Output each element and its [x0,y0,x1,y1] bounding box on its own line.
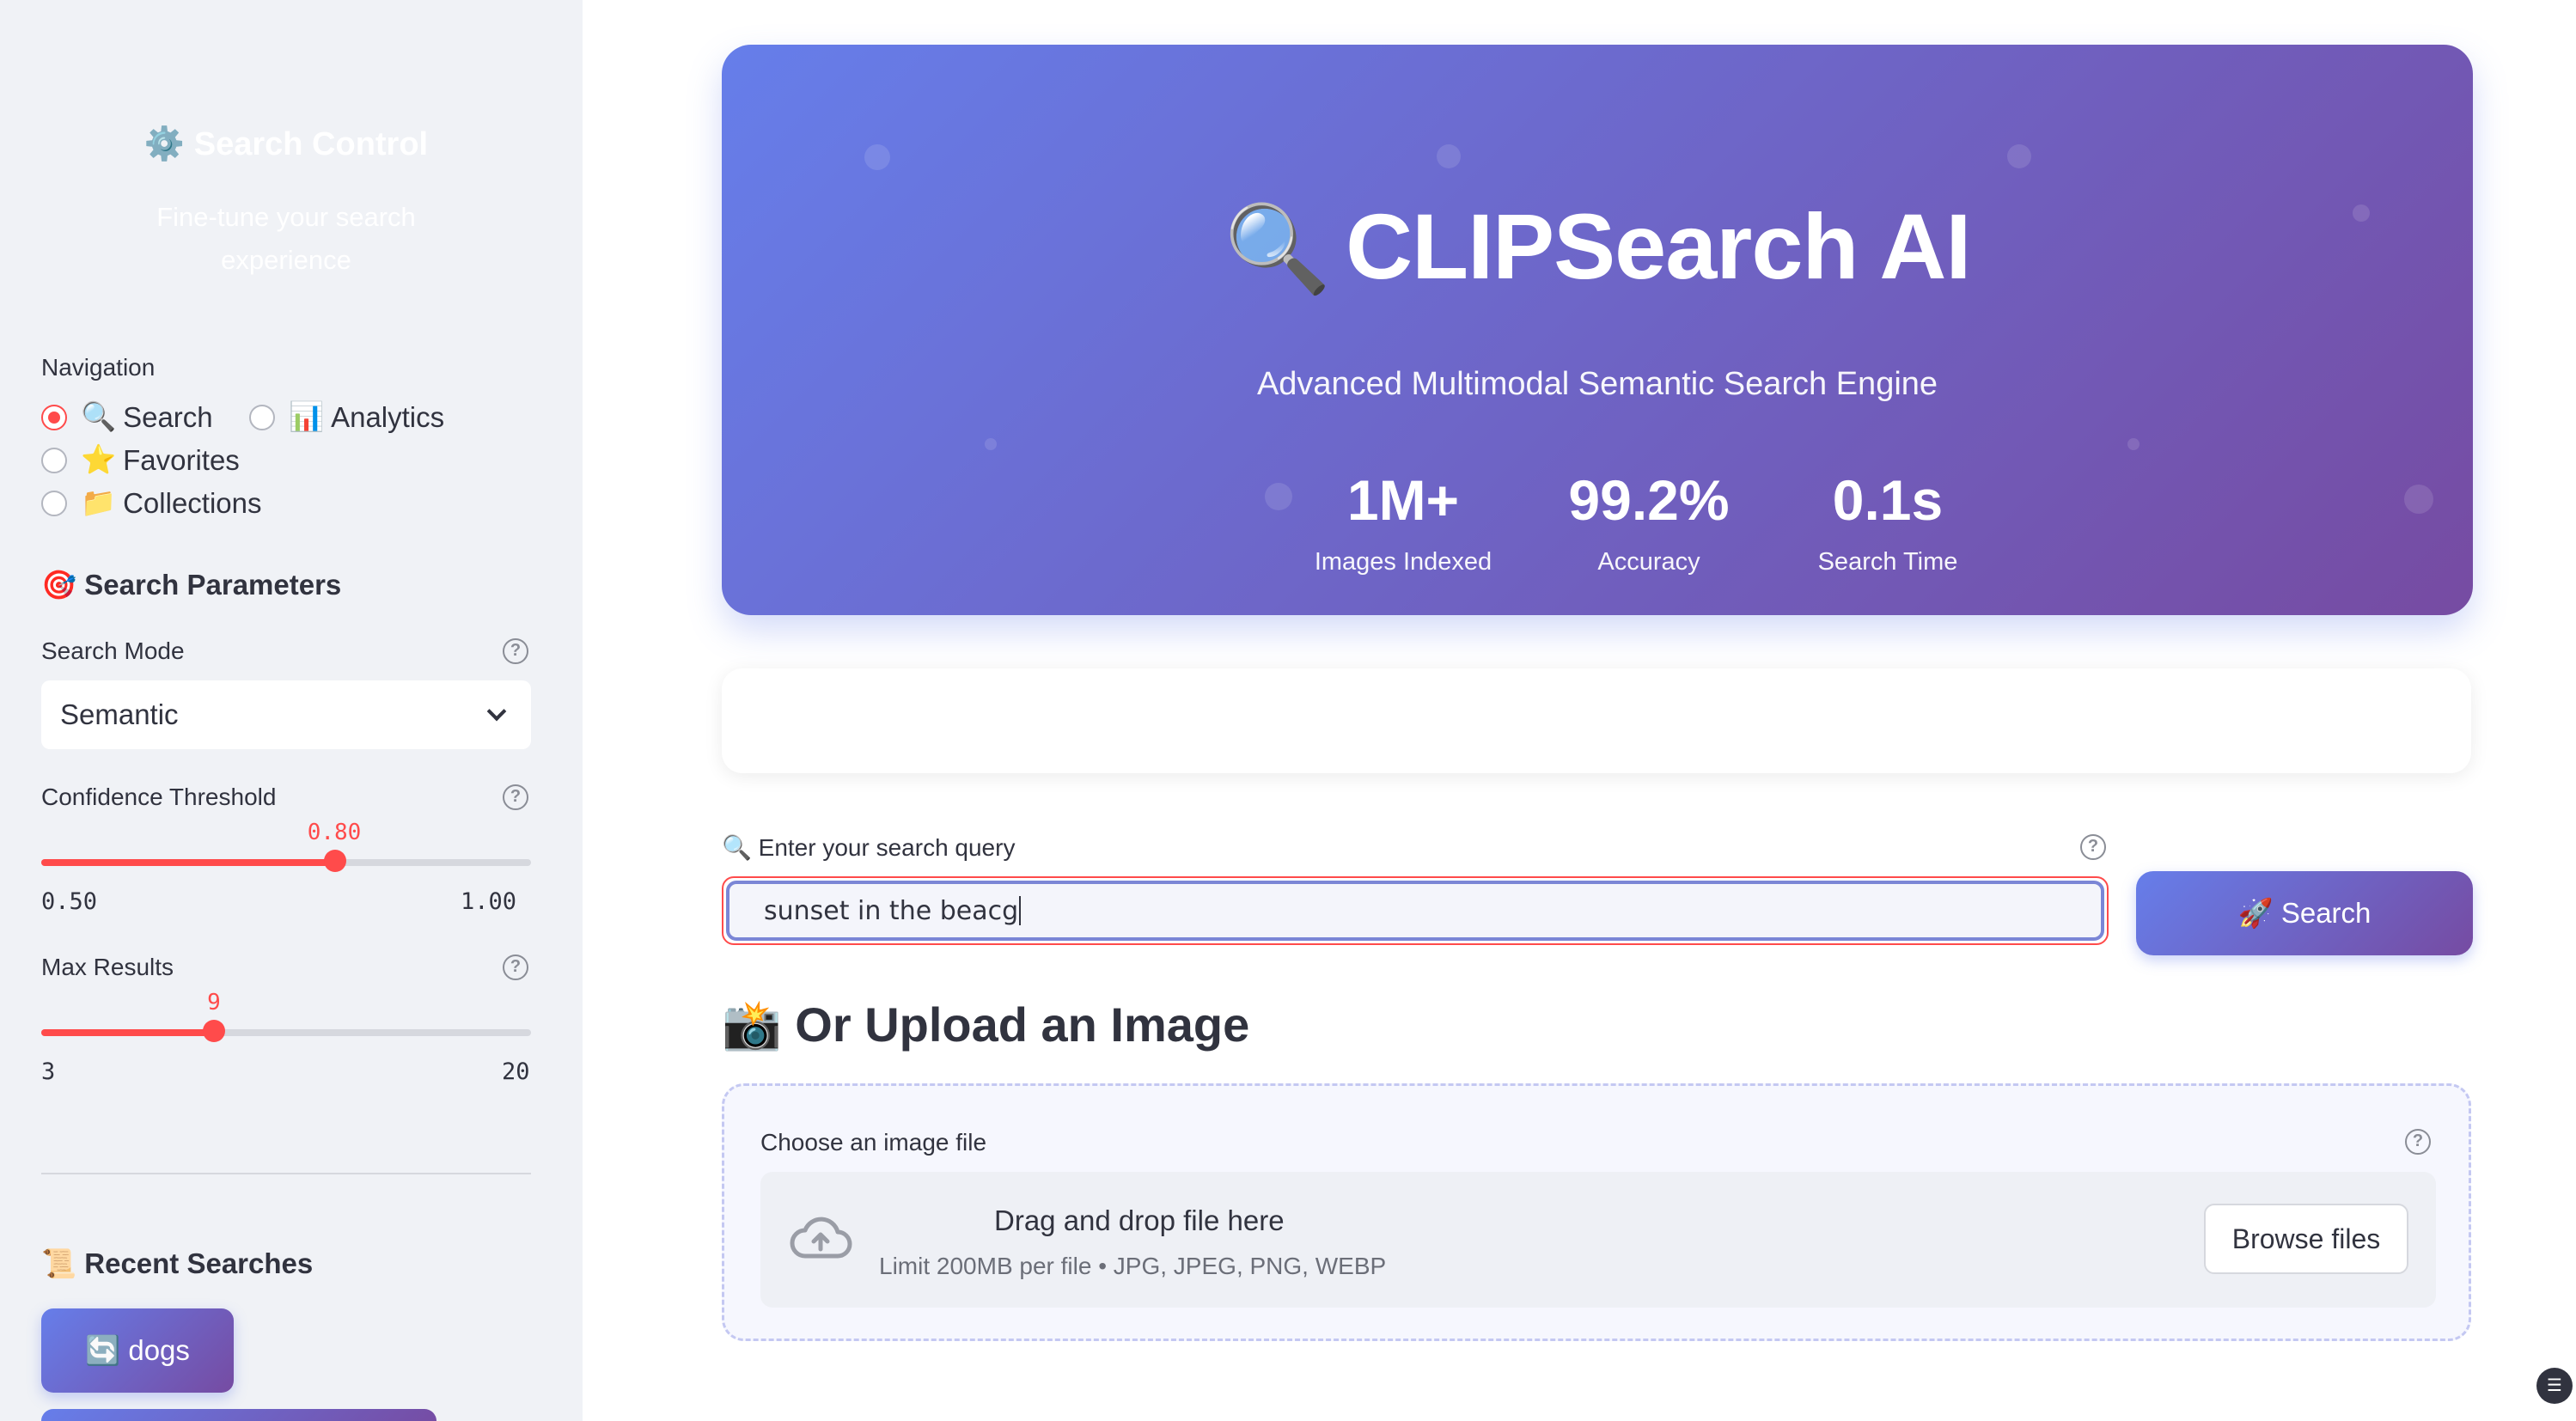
sidebar-title: ⚙️ Search Control [143,126,429,162]
upload-section: Choose an image file ? Drag and drop fil… [722,1083,2471,1341]
nav-favorites-label: Favorites [123,443,240,476]
hero-banner: 🔍 CLIPSearch AI Advanced Multimodal Seman… [722,45,2473,615]
nav-radio-analytics[interactable]: 📊 Analytics [249,400,444,434]
confidence-slider-thumb[interactable] [324,850,346,872]
recent-search-button-partial[interactable] [41,1409,436,1421]
radio-selected-icon[interactable] [41,404,67,430]
help-icon[interactable]: ? [503,784,528,810]
stat-value: 1M+ [1346,468,1460,532]
nav-search-emoji: 🔍 [81,400,117,432]
sidebar: ⚙️ Search Control Fine-tune your search … [0,0,583,1421]
confidence-threshold-label: Confidence Threshold [41,784,277,810]
help-icon[interactable]: ? [503,638,528,664]
nav-radio-favorites[interactable]: ⭐ Favorites [41,443,240,477]
nav-search-label: Search [123,400,213,433]
nav-radio-search[interactable]: 🔍 Search [41,400,213,434]
recent-search-button[interactable]: 🔄 dogs [41,1308,234,1393]
confidence-slider-fill [41,859,335,866]
max-results-max: 20 [502,1058,530,1085]
radio-unselected-icon[interactable] [41,447,67,473]
decor-dot [2404,485,2433,514]
search-input-value: sunset in the beacg [764,895,1019,926]
recent-searches-heading: 📜 Recent Searches [41,1247,314,1279]
help-icon[interactable]: ? [503,954,528,980]
stat-accuracy: 99.2% Accuracy [1540,467,1758,576]
stat-value: 0.1s [1832,468,1944,532]
max-results-slider[interactable] [41,1020,531,1042]
sidebar-subtitle: Fine-tune your search experience [156,202,416,275]
text-caret [1019,896,1022,925]
stat-value: 99.2% [1568,468,1730,532]
file-dropzone[interactable]: Drag and drop file here Limit 200MB per … [760,1172,2436,1308]
help-icon[interactable]: ? [2080,834,2106,860]
nav-favorites-emoji: ⭐ [81,443,117,475]
max-results-slider-thumb[interactable] [203,1020,226,1042]
stat-label: Search Time [1817,548,1958,576]
magnifier-icon: 🔍 [1224,201,1332,297]
search-parameters-heading: 🎯 Search Parameters [41,569,342,601]
confidence-max: 1.00 [461,888,517,915]
search-mode-label: Search Mode [41,637,185,664]
confidence-min: 0.50 [41,888,98,915]
browse-files-button[interactable]: Browse files [2204,1204,2408,1274]
navigation-label: Navigation [41,354,156,381]
stat-images-indexed: 1M+ Images Indexed [1270,467,1536,576]
search-input-wrapper: sunset in the beacg [722,876,2109,945]
search-input[interactable]: sunset in the beacg [726,881,2104,941]
app-title-text: CLIPSearch AI [1346,194,1971,298]
dropzone-limit: Limit 200MB per file • JPG, JPEG, PNG, W… [879,1253,1387,1279]
manage-app-icon[interactable]: ☰ [2536,1368,2573,1404]
search-query-label: 🔍 Enter your search query [722,834,1016,861]
search-mode-value: Semantic [60,698,179,730]
max-results-value: 9 [207,990,221,1015]
nav-radio-collections[interactable]: 📁 Collections [41,486,262,520]
cloud-upload-icon [790,1217,852,1259]
stat-label: Accuracy [1597,548,1700,576]
sidebar-divider [41,1173,531,1174]
max-results-slider-fill [41,1029,215,1036]
decor-dot [2127,438,2140,450]
decor-dot [864,144,890,170]
nav-collections-emoji: 📁 [81,486,117,518]
chevron-down-icon [486,701,507,722]
decor-dot [2007,144,2031,168]
app-root: ⚙️ Search Control Fine-tune your search … [0,0,2576,1421]
nav-analytics-emoji: 📊 [289,400,325,432]
upload-label: Choose an image file [760,1129,987,1156]
stat-search-time: 0.1s Search Time [1761,467,2014,576]
confidence-slider[interactable] [41,850,531,872]
search-button[interactable]: 🚀 Search [2136,871,2473,955]
max-results-label: Max Results [41,954,174,980]
search-mode-select[interactable]: Semantic [41,680,531,749]
radio-unselected-icon[interactable] [249,404,275,430]
upload-heading: 📸 Or Upload an Image [722,997,1250,1052]
decor-dot [985,438,997,450]
max-results-min: 3 [41,1058,56,1085]
dropzone-title: Drag and drop file here [994,1204,1285,1236]
nav-collections-label: Collections [123,486,262,519]
stat-label: Images Indexed [1314,548,1492,576]
decor-dot [1437,144,1461,168]
help-icon[interactable]: ? [2405,1129,2431,1155]
app-subtitle: Advanced Multimodal Semantic Search Engi… [1256,366,1938,402]
nav-analytics-label: Analytics [331,400,445,433]
confidence-value: 0.80 [307,820,362,845]
empty-card [722,668,2471,773]
radio-unselected-icon[interactable] [41,490,67,516]
app-title: 🔍 CLIPSearch AI [722,192,2473,300]
